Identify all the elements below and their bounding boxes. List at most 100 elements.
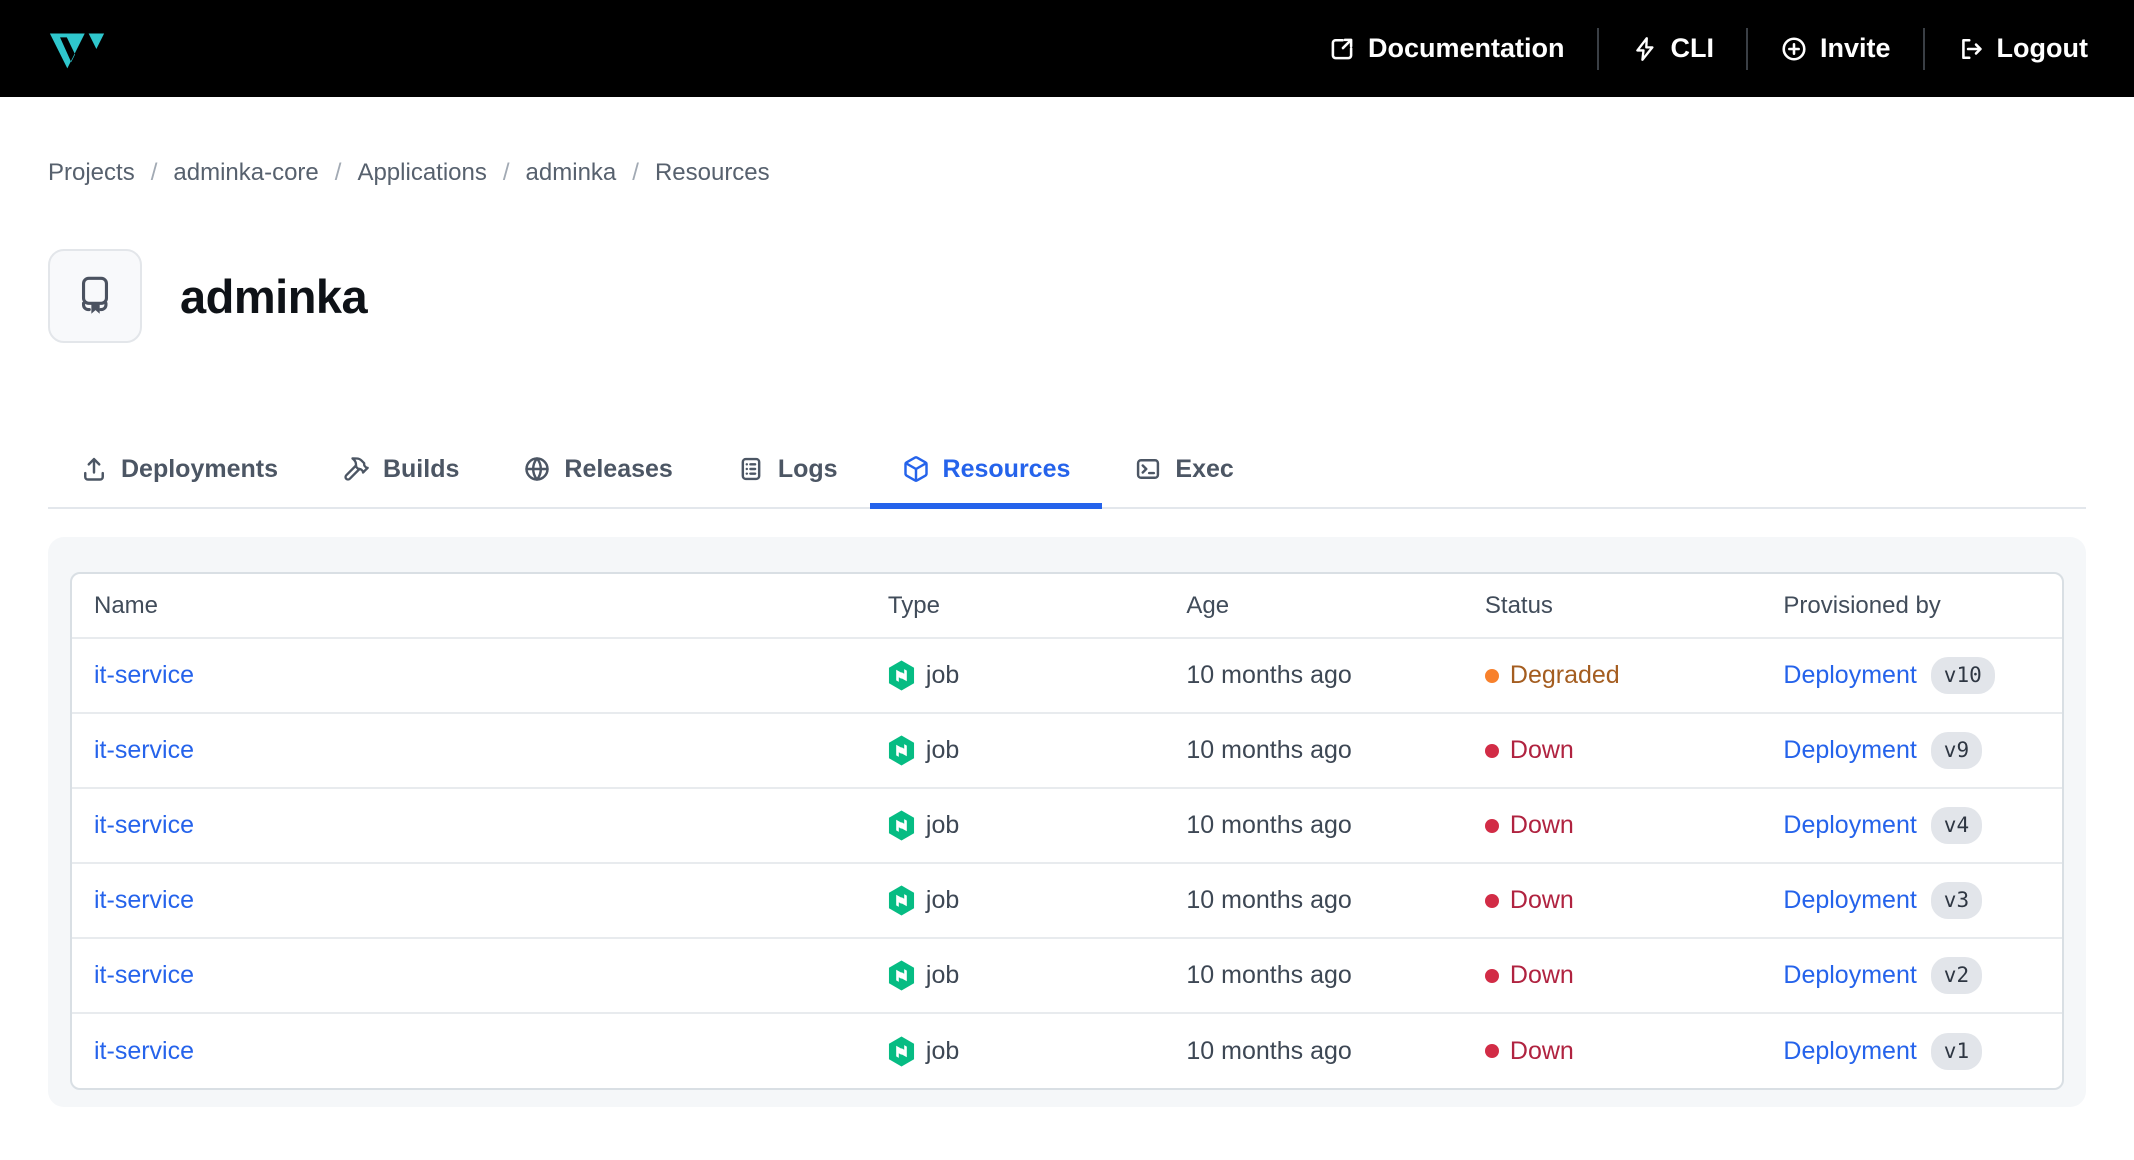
logout-link[interactable]: Logout: [1957, 33, 2088, 64]
status-cell: Down: [1484, 886, 1784, 915]
nomad-job-icon: [888, 660, 914, 691]
logout-icon: [1961, 38, 1982, 59]
cube-icon: [903, 456, 928, 482]
table-row: it-service job 10 months ago Down Deploy…: [72, 788, 2062, 863]
tab-label: Exec: [1175, 454, 1234, 483]
deployment-link[interactable]: Deployment: [1783, 661, 1916, 690]
deployment-link[interactable]: Deployment: [1783, 961, 1916, 990]
resource-type-label: job: [925, 811, 960, 839]
resource-age: 10 months ago: [1186, 661, 1352, 689]
tab-deployments[interactable]: Deployments: [48, 431, 310, 507]
version-badge: v9: [1930, 732, 1983, 769]
status-badge: Down: [1509, 886, 1574, 914]
status-cell: Down: [1484, 811, 1784, 840]
column-header-name: Name: [94, 591, 159, 619]
brand-logo[interactable]: [46, 25, 108, 73]
status-badge: Down: [1509, 736, 1574, 764]
documentation-icon: [1331, 38, 1353, 59]
nomad-job-icon: [888, 885, 914, 916]
nav-divider: [1596, 27, 1599, 70]
globe-icon: [525, 457, 550, 481]
resources-table: Name Type Age Status Provisioned by it-s…: [72, 574, 2062, 1088]
version-badge: v3: [1930, 882, 1983, 919]
nomad-job-icon: [888, 1036, 914, 1066]
version-badge: v10: [1930, 657, 1995, 694]
logs-list-icon: [741, 457, 761, 481]
breadcrumb: Projects / adminka-core / Applications /…: [48, 159, 2086, 187]
deployment-link[interactable]: Deployment: [1783, 1037, 1916, 1066]
resource-type-label: job: [925, 1036, 960, 1065]
status-badge: Down: [1509, 961, 1574, 989]
upload-icon: [84, 457, 104, 481]
invite-label: Invite: [1820, 33, 1891, 63]
resource-name-link[interactable]: it-service: [94, 1037, 194, 1065]
nav-divider: [1746, 27, 1748, 70]
top-navigation-bar: Documentation CLI Invite Logout: [0, 0, 2134, 97]
tab-label: Resources: [942, 454, 1071, 483]
tab-exec[interactable]: Exec: [1102, 431, 1265, 507]
tab-label: Releases: [564, 454, 673, 483]
resource-type-label: job: [925, 661, 960, 689]
status-cell: Down: [1484, 961, 1784, 990]
invite-link[interactable]: Invite: [1780, 33, 1891, 64]
deployment-link[interactable]: Deployment: [1783, 811, 1916, 840]
resource-age: 10 months ago: [1186, 736, 1352, 764]
resource-age: 10 months ago: [1186, 961, 1352, 989]
invite-plus-icon: [1782, 36, 1806, 61]
table-row: it-service job 10 months ago Down Deploy…: [72, 938, 2062, 1013]
resource-name-link[interactable]: it-service: [94, 661, 194, 689]
table-row: it-service job 10 months ago Down Deploy…: [72, 1013, 2062, 1088]
table-row: it-service job 10 months ago Down Deploy…: [72, 713, 2062, 788]
status-badge: Down: [1509, 811, 1574, 839]
brand-logo-icon: [49, 33, 105, 68]
resource-name-link[interactable]: it-service: [94, 961, 194, 989]
status-badge: Down: [1509, 1036, 1574, 1065]
resources-table-card: Name Type Age Status Provisioned by it-s…: [70, 572, 2064, 1090]
application-icon-card: [48, 249, 142, 343]
cli-lightning-icon: [1635, 36, 1654, 61]
tab-label: Logs: [777, 454, 838, 483]
breadcrumb-separator: /: [334, 159, 342, 186]
resource-name-link[interactable]: it-service: [94, 886, 194, 914]
column-header-type: Type: [887, 591, 940, 619]
breadcrumb-separator: /: [632, 159, 639, 186]
breadcrumb-application-name[interactable]: adminka: [526, 159, 617, 187]
resource-name-link[interactable]: it-service: [94, 736, 194, 764]
tab-builds[interactable]: Builds: [310, 431, 491, 507]
tab-label: Deployments: [121, 454, 278, 483]
documentation-link[interactable]: Documentation: [1328, 33, 1565, 64]
column-header-provisioned-by: Provisioned by: [1783, 591, 1941, 619]
version-badge: v4: [1930, 807, 1983, 844]
resource-name-link[interactable]: it-service: [94, 811, 194, 839]
column-header-status: Status: [1484, 591, 1553, 619]
page-header: adminka: [48, 249, 2086, 343]
topbar-nav: Documentation CLI Invite Logout: [1328, 27, 2088, 70]
application-book-icon: [81, 276, 109, 314]
deployment-link[interactable]: Deployment: [1783, 736, 1916, 765]
version-badge: v2: [1930, 957, 1983, 994]
breadcrumb-resources[interactable]: Resources: [655, 159, 770, 187]
logout-label: Logout: [1996, 33, 2088, 63]
status-dot-icon: [1484, 818, 1499, 833]
table-row: it-service job 10 months ago Down Deploy…: [72, 863, 2062, 938]
breadcrumb-project-name[interactable]: adminka-core: [173, 159, 318, 187]
tab-resources[interactable]: Resources: [869, 431, 1103, 509]
column-header-age: Age: [1186, 591, 1230, 619]
deployment-link[interactable]: Deployment: [1783, 886, 1916, 915]
status-cell: Down: [1484, 736, 1784, 765]
table-row: it-service job 10 months ago Degraded De…: [72, 638, 2062, 713]
breadcrumb-applications[interactable]: Applications: [357, 159, 486, 187]
resource-type-label: job: [925, 961, 960, 989]
status-cell: Degraded: [1484, 661, 1784, 690]
tab-label: Builds: [382, 454, 460, 483]
status-dot-icon: [1484, 668, 1499, 683]
documentation-label: Documentation: [1367, 33, 1565, 63]
nomad-job-icon: [888, 960, 914, 991]
status-dot-icon: [1484, 1044, 1499, 1058]
application-tabs: Deployments Builds Releases Logs Resourc…: [48, 431, 2086, 509]
tab-releases[interactable]: Releases: [491, 431, 704, 507]
breadcrumb-projects[interactable]: Projects: [48, 159, 135, 187]
breadcrumb-separator: /: [150, 159, 158, 186]
tab-logs[interactable]: Logs: [705, 431, 870, 507]
cli-link[interactable]: CLI: [1631, 33, 1714, 64]
